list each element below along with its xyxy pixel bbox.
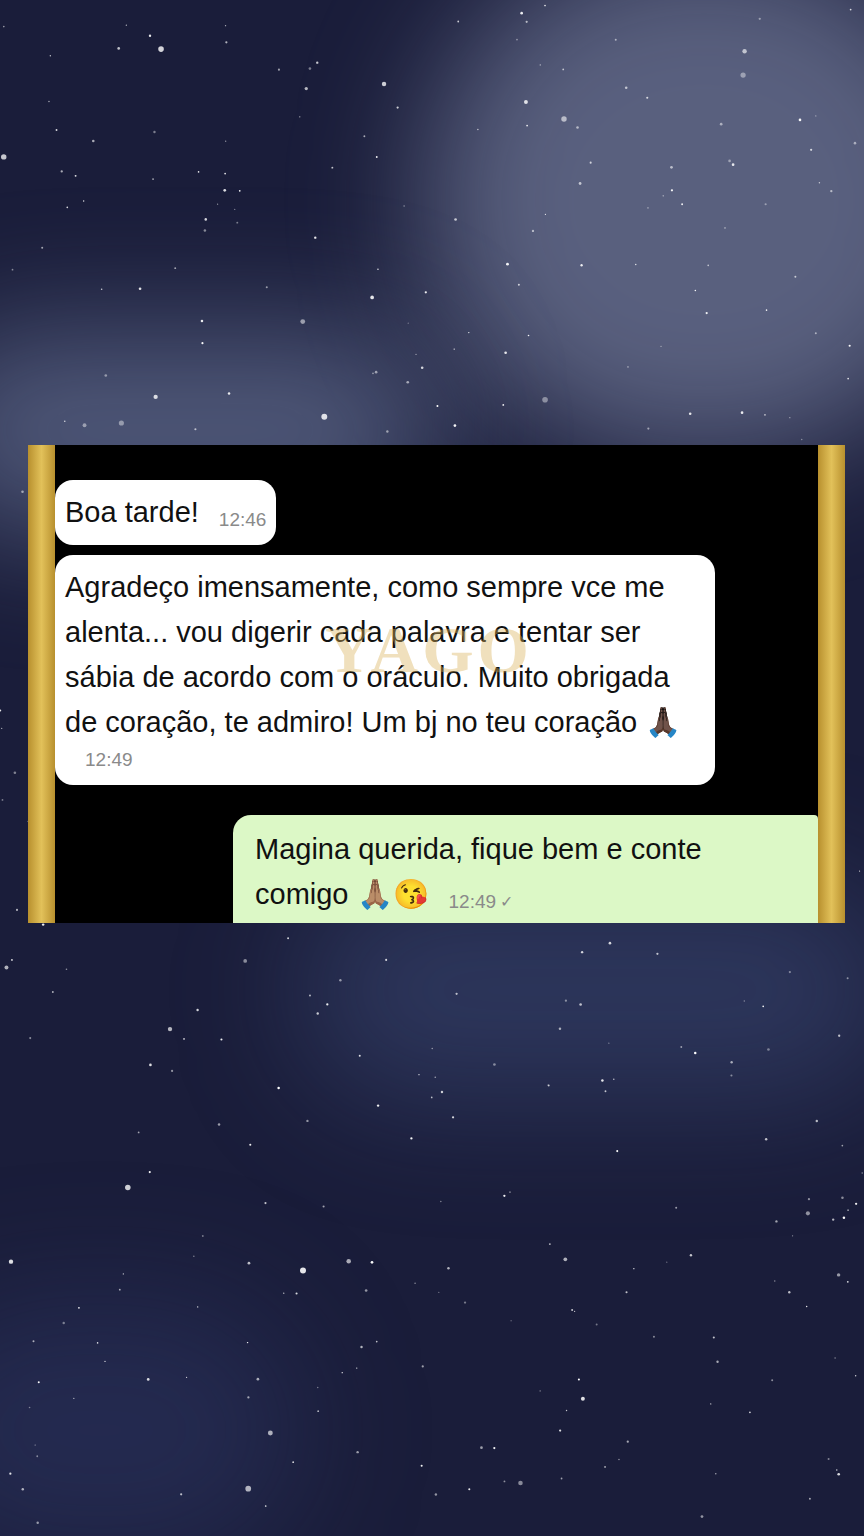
incoming-message: Agradeço imensamente, como sempre vce me… xyxy=(55,555,715,785)
message-meta: 12:49 xyxy=(85,745,133,775)
message-time: 12:49 xyxy=(449,887,497,917)
gold-border xyxy=(818,445,845,923)
message-meta: 12:49✓ xyxy=(449,887,514,917)
message-text: Agradeço imensamente, como sempre vce me… xyxy=(65,571,681,738)
outgoing-message: Magina querida, fique bem e conte comigo… xyxy=(233,815,818,923)
chat-screenshot: Boa tarde! 12:46 Agradeço imensamente, com… xyxy=(28,445,845,923)
gold-border xyxy=(28,445,55,923)
incoming-message: Boa tarde! 12:46 xyxy=(55,480,276,545)
chat-area: Boa tarde! 12:46 Agradeço imensamente, com… xyxy=(55,445,818,923)
message-time: 12:49 xyxy=(85,745,133,775)
nebula-cloud xyxy=(0,1300,300,1536)
message-text: Boa tarde! xyxy=(65,496,199,528)
watermark: YAGO xyxy=(325,615,533,685)
nebula-cloud xyxy=(424,0,864,460)
story-screen: Boa tarde! 12:46 Agradeço imensamente, com… xyxy=(0,0,864,1536)
message-meta: 12:46 xyxy=(219,505,267,535)
message-time: 12:46 xyxy=(219,505,267,535)
sent-check-icon: ✓ xyxy=(500,887,513,917)
